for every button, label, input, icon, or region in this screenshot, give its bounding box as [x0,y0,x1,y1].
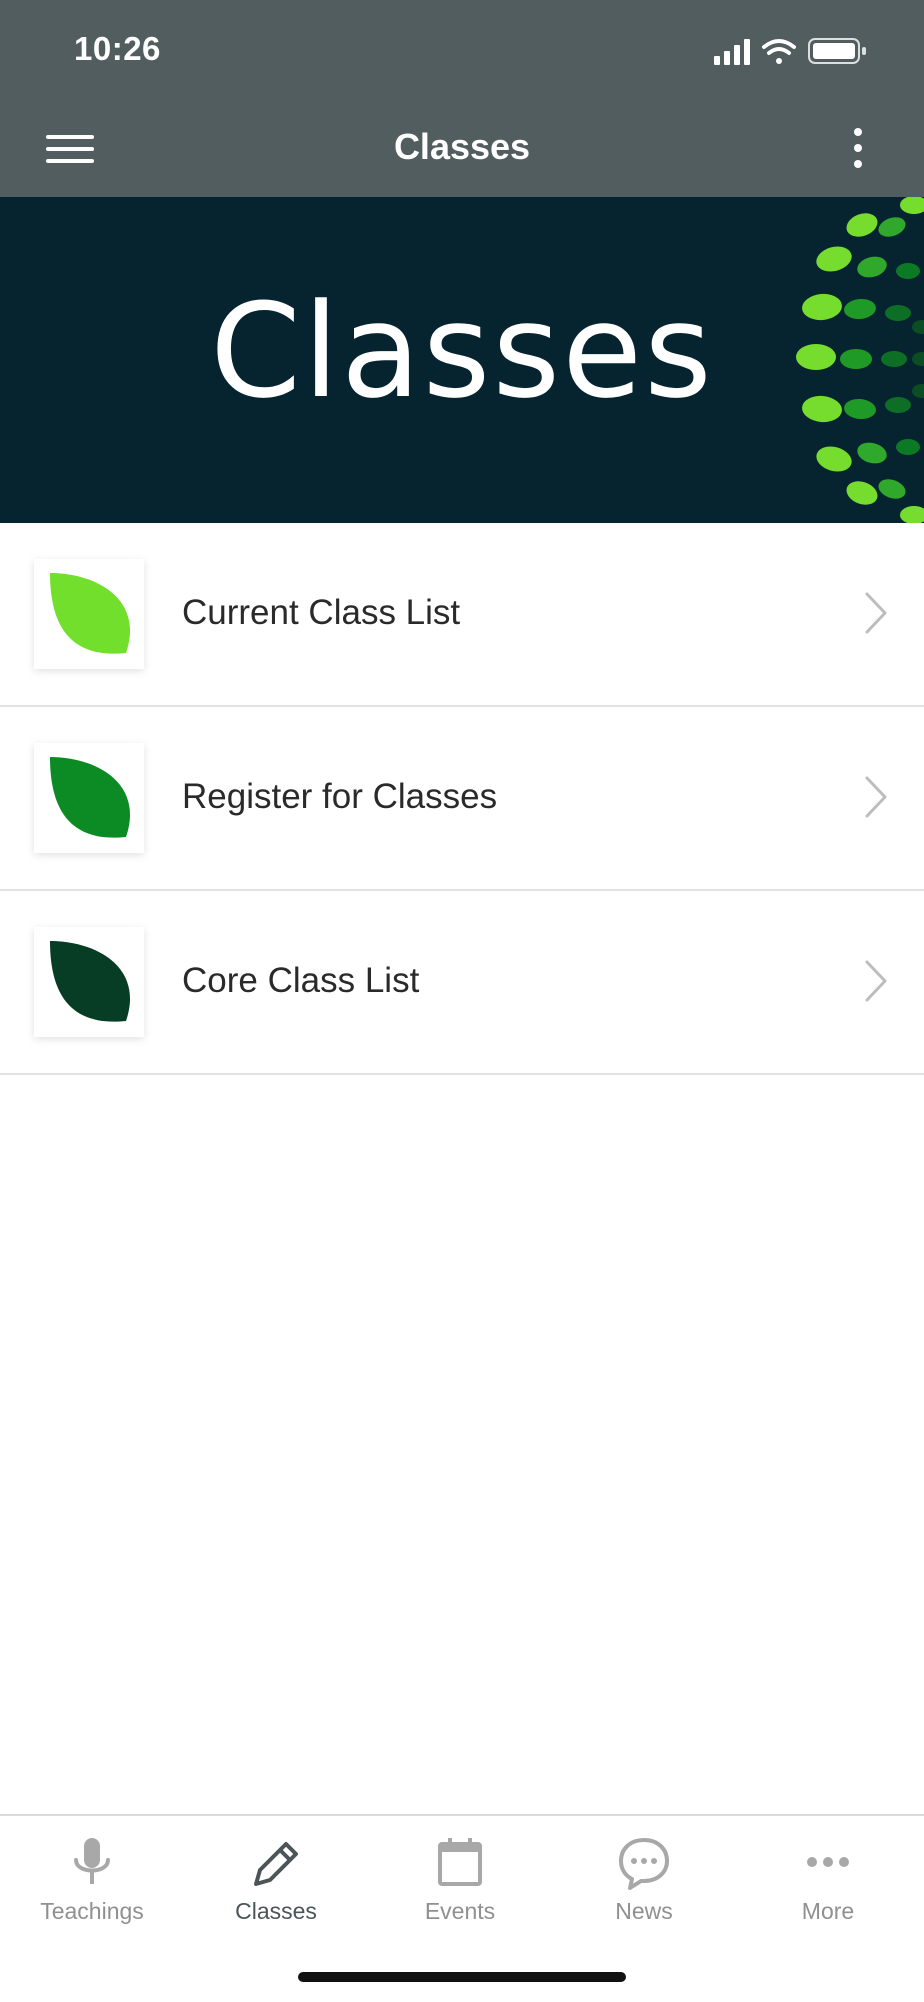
tab-events[interactable]: Events [368,1816,552,1946]
kebab-dot [854,144,862,152]
leaf-icon [50,573,130,654]
tab-label: Teachings [40,1898,144,1924]
status-bar: 10:26 [0,0,924,100]
tab-label: Events [424,1898,496,1924]
list-item-current-class-list[interactable]: Current Class List [0,523,924,707]
tab-label: Classes [235,1898,317,1924]
signal-icon [714,39,750,65]
list-item-label: Register for Classes [182,777,498,816]
chevron-right-icon [865,776,887,818]
tab-news[interactable]: News [552,1816,736,1946]
leaf-cluster-graphic [796,197,924,523]
calendar-icon [438,1838,482,1886]
leaf-icon [50,941,130,1022]
wifi-icon [762,39,796,64]
class-menu-list: Current Class List Register for Classes … [0,523,924,1075]
chevron-right-icon [865,960,887,1002]
tab-label: News [615,1898,673,1924]
kebab-icon [854,128,862,136]
list-item-register-for-classes[interactable]: Register for Classes [0,707,924,891]
kebab-dot [854,160,862,168]
list-item-thumbnail [34,927,144,1037]
more-dots-icon [807,1857,849,1867]
hero-banner: Classes [0,197,924,523]
leaf-icon [50,757,130,838]
tab-label: More [801,1898,855,1924]
home-indicator[interactable] [298,1972,626,1982]
chevron-right-icon [865,592,887,634]
overflow-menu-button[interactable] [848,124,868,174]
chat-bubble-icon [619,1838,669,1890]
app-bar: Classes [0,100,924,197]
tab-teachings[interactable]: Teachings [0,1816,184,1946]
banner-title: Classes [210,275,714,427]
microphone-icon [74,1838,110,1884]
list-item-thumbnail [34,743,144,853]
list-item-label: Core Class List [182,961,420,1000]
tab-classes[interactable]: Classes [184,1816,368,1946]
battery-icon [808,38,866,64]
tab-more[interactable]: More [736,1816,920,1946]
list-item-core-class-list[interactable]: Core Class List [0,891,924,1075]
status-time: 10:26 [74,30,161,67]
status-icons [714,38,866,65]
list-item-thumbnail [34,559,144,669]
list-item-label: Current Class List [182,593,461,632]
pencil-icon [254,1842,298,1886]
page-title: Classes [393,126,531,167]
